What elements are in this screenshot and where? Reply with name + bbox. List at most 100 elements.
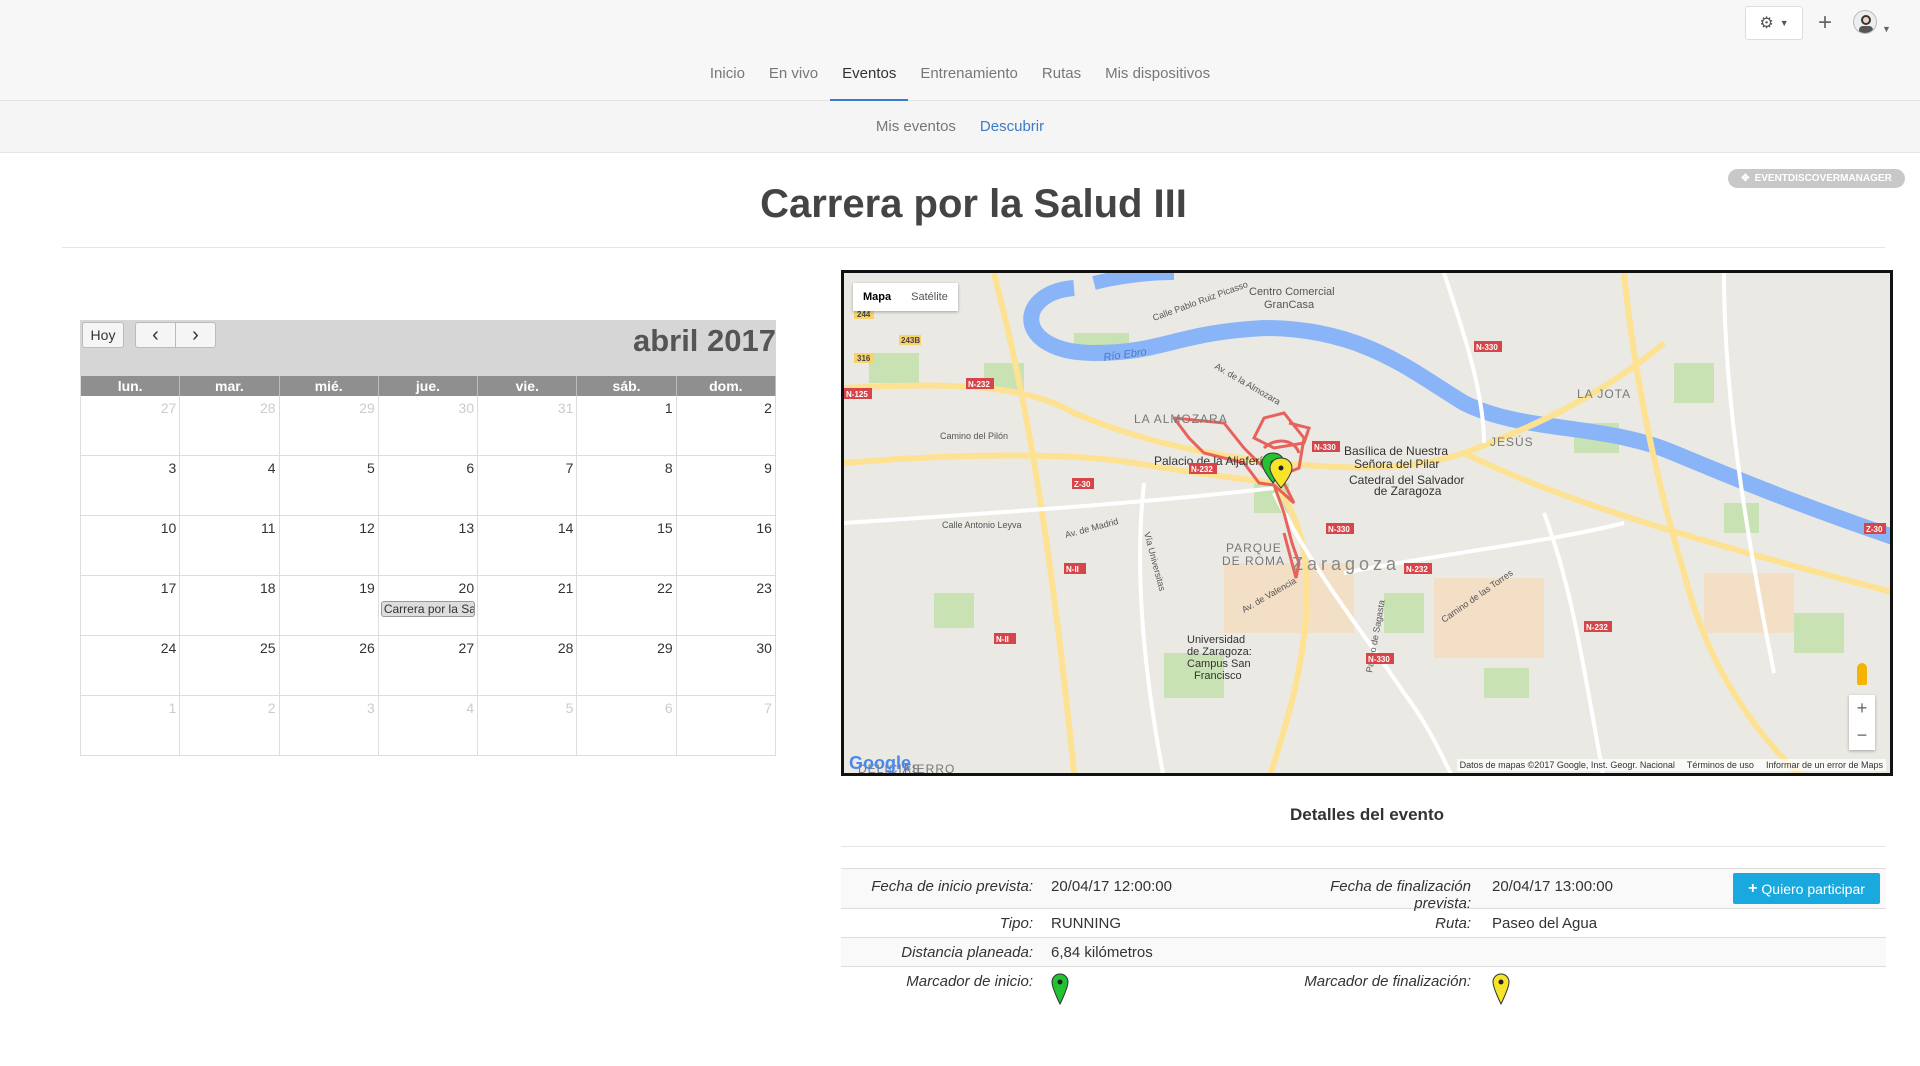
start-marker-label: Marcador de inicio: [906, 973, 1033, 990]
settings-dropdown[interactable]: ⚙ ▼ [1745, 6, 1803, 40]
calendar-day-cell[interactable]: 18 [180, 576, 280, 635]
divider [62, 247, 1885, 248]
nav-mis-dispositivos[interactable]: Mis dispositivos [1093, 62, 1222, 101]
calendar-day-number: 19 [359, 580, 375, 596]
calendar-day-cell[interactable]: 12 [280, 516, 379, 575]
calendar-day-cell[interactable]: 5 [280, 456, 379, 515]
svg-text:N-125: N-125 [846, 390, 868, 399]
calendar-day-cell[interactable]: 1 [577, 396, 677, 455]
calendar-day-cell[interactable]: 15 [577, 516, 677, 575]
road-badge: N-232 [1404, 563, 1432, 574]
top-bar: ⚙ ▼ + ▼ Inicio En vivo Eventos Entrenami… [0, 0, 1920, 101]
participate-button[interactable]: + Quiero participar [1733, 873, 1880, 904]
calendar-day-cell[interactable]: 19 [280, 576, 379, 635]
map-label: JESÚS [1490, 434, 1534, 449]
calendar-day-cell[interactable]: 10 [81, 516, 181, 575]
zoom-in-button[interactable]: + [1849, 695, 1875, 722]
nav-eventos[interactable]: Eventos [830, 62, 909, 101]
calendar-day-cell[interactable]: 23 [677, 576, 776, 635]
calendar-day-cell[interactable]: 7 [677, 696, 776, 755]
calendar-day-number: 31 [557, 400, 574, 416]
weekday-label: lun. [81, 376, 181, 396]
map-type-mapa[interactable]: Mapa [853, 283, 901, 311]
map-label: Centro Comercial [1249, 286, 1335, 298]
nav-en-vivo[interactable]: En vivo [757, 62, 830, 101]
calendar-day-cell[interactable]: 14 [478, 516, 578, 575]
calendar-day-number: 24 [160, 640, 177, 656]
map-type-satelite[interactable]: Satélite [901, 283, 958, 311]
calendar-day-cell[interactable]: 9 [677, 456, 776, 515]
road-badge: N-232 [1189, 463, 1217, 474]
weekday-label: dom. [677, 376, 776, 396]
prev-month-button[interactable]: ‹ [135, 322, 176, 348]
type-value: RUNNING [1051, 915, 1121, 932]
calendar-day-cell[interactable]: 17 [81, 576, 181, 635]
calendar-day-number: 11 [261, 520, 276, 536]
calendar-day-number: 4 [267, 460, 276, 476]
calendar-day-cell[interactable]: 27 [379, 636, 479, 695]
calendar-day-cell[interactable]: 2 [180, 696, 280, 755]
pegman-icon[interactable] [1857, 663, 1867, 685]
calendar-week-row: 24 25 26 27 28 29 30 [81, 636, 776, 696]
map-terms-link[interactable]: Términos de uso [1687, 760, 1754, 770]
calendar-day-cell[interactable]: 30 [677, 636, 776, 695]
map-label: Señora del Pilar [1354, 457, 1439, 471]
map-label: Francisco [1194, 670, 1242, 682]
calendar-day-number: 5 [367, 460, 375, 476]
calendar-day-cell[interactable]: 4 [379, 696, 479, 755]
calendar-day-cell[interactable]: 1 [81, 696, 181, 755]
calendar-day-cell[interactable]: 31 [478, 396, 578, 455]
road-badge: N-II [994, 633, 1016, 644]
calendar-day-cell[interactable]: 5 [478, 696, 578, 755]
nav-rutas[interactable]: Rutas [1030, 62, 1093, 101]
calendar-day-cell[interactable]: 25 [180, 636, 280, 695]
map-label: GranCasa [1264, 299, 1315, 311]
yellow-pin-icon [1492, 973, 1510, 1006]
calendar-day-cell[interactable]: 6 [577, 696, 677, 755]
calendar-day-cell[interactable]: 27 [81, 396, 181, 455]
today-button[interactable]: Hoy [82, 322, 124, 348]
calendar-day-cell[interactable]: 8 [577, 456, 677, 515]
nav-inicio[interactable]: Inicio [698, 62, 757, 101]
calendar-day-cell[interactable]: 24 [81, 636, 181, 695]
calendar-day-number: 10 [160, 520, 177, 536]
subnav-descubrir[interactable]: Descubrir [980, 118, 1044, 135]
road-badge: N-232 [1584, 621, 1612, 632]
calendar-day-cell[interactable]: 29 [280, 396, 379, 455]
calendar-day-cell[interactable]: 21 [478, 576, 578, 635]
nav-entrenamiento[interactable]: Entrenamiento [908, 62, 1030, 101]
weekday-header: lun. mar. mié. jue. vie. sáb. dom. [81, 376, 776, 396]
calendar-day-cell[interactable]: 28 [180, 396, 280, 455]
calendar-day-cell[interactable]: 4 [180, 456, 280, 515]
svg-text:N-II: N-II [1066, 565, 1079, 574]
calendar-day-cell[interactable]: 26 [280, 636, 379, 695]
calendar-day-cell[interactable]: 2 [677, 396, 776, 455]
calendar-day-cell[interactable]: 13 [379, 516, 479, 575]
calendar-day-cell[interactable]: 20 Carrera por la Salud III [379, 576, 479, 635]
chevron-down-icon[interactable]: ▼ [1882, 24, 1891, 34]
participate-label: Quiero participar [1761, 880, 1865, 897]
road-badge: 316 [854, 353, 874, 363]
calendar-day-cell[interactable]: 3 [280, 696, 379, 755]
calendar-event[interactable]: Carrera por la Salud III [380, 601, 475, 617]
calendar-day-cell[interactable]: 3 [81, 456, 181, 515]
map-type-control: Mapa Satélite [853, 283, 958, 311]
subnav-mis-eventos[interactable]: Mis eventos [876, 118, 956, 135]
calendar-day-cell[interactable]: 22 [577, 576, 677, 635]
map-report-link[interactable]: Informar de un error de Maps [1766, 760, 1883, 770]
next-month-button[interactable]: › [175, 322, 216, 348]
svg-text:N-232: N-232 [1586, 623, 1608, 632]
calendar-day-cell[interactable]: 28 [478, 636, 578, 695]
calendar-day-cell[interactable]: 11 [180, 516, 280, 575]
add-icon[interactable]: + [1818, 8, 1832, 38]
calendar-day-cell[interactable]: 7 [478, 456, 578, 515]
zoom-out-button[interactable]: − [1849, 722, 1875, 749]
calendar-day-cell[interactable]: 29 [577, 636, 677, 695]
calendar-day-cell[interactable]: 16 [677, 516, 776, 575]
calendar-day-cell[interactable]: 30 [379, 396, 479, 455]
table-row: Fecha de inicio prevista: 20/04/17 12:00… [841, 868, 1886, 912]
route-map[interactable]: Centro Comercial GranCasa Río Ebro LA AL… [841, 270, 1893, 776]
avatar[interactable] [1853, 10, 1877, 34]
map-label: de Zaragoza: [1187, 646, 1252, 658]
calendar-day-cell[interactable]: 6 [379, 456, 479, 515]
